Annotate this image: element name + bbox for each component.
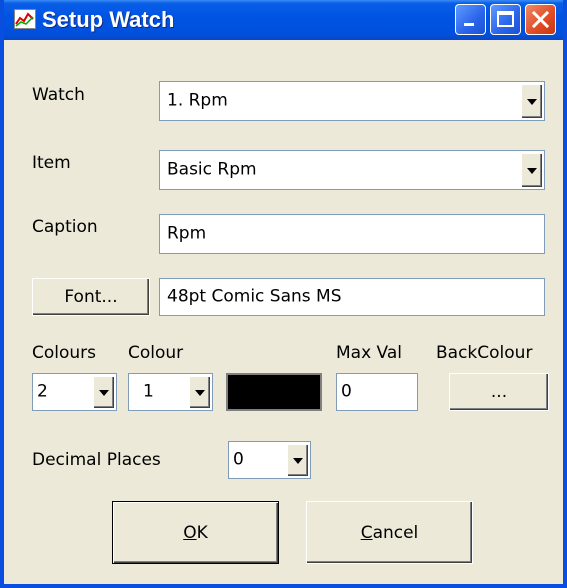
item-label: Item bbox=[32, 153, 71, 173]
max-val-value: 0 bbox=[341, 381, 352, 402]
caption-value: Rpm bbox=[167, 223, 207, 244]
colour-swatch[interactable] bbox=[226, 373, 322, 411]
decimal-places-label: Decimal Places bbox=[32, 450, 161, 470]
close-button[interactable] bbox=[525, 4, 556, 35]
item-value: Basic Rpm bbox=[167, 159, 257, 180]
font-display: 48pt Comic Sans MS bbox=[159, 278, 545, 316]
cancel-button[interactable]: Cancel bbox=[306, 501, 473, 564]
window-title: Setup Watch bbox=[42, 7, 175, 32]
close-icon bbox=[531, 10, 550, 29]
decimal-places-dropdown[interactable]: 0 bbox=[228, 441, 311, 479]
caption-label: Caption bbox=[32, 217, 98, 237]
minimize-icon bbox=[464, 23, 474, 26]
back-colour-button[interactable]: ... bbox=[449, 373, 549, 411]
ok-button-label: OK bbox=[183, 522, 208, 543]
colour-dropdown[interactable]: 1 bbox=[128, 373, 213, 411]
max-val-input[interactable]: 0 bbox=[336, 373, 418, 411]
decimal-places-value: 0 bbox=[233, 449, 244, 470]
chevron-down-icon[interactable] bbox=[93, 376, 114, 408]
max-val-label: Max Val bbox=[336, 343, 402, 363]
colours-dropdown[interactable]: 2 bbox=[32, 373, 117, 411]
colour-value: 1 bbox=[143, 381, 154, 402]
setup-watch-dialog: Setup Watch Watch 1. Rpm Item Basic Rpm bbox=[0, 0, 567, 588]
title-bar[interactable]: Setup Watch bbox=[4, 0, 563, 40]
back-colour-button-label: ... bbox=[490, 382, 508, 402]
font-button-label: Font... bbox=[64, 287, 118, 307]
colours-value: 2 bbox=[37, 381, 48, 402]
maximize-icon bbox=[497, 11, 514, 27]
back-colour-label: BackColour bbox=[436, 343, 533, 363]
colour-label: Colour bbox=[128, 343, 184, 363]
chevron-down-icon[interactable] bbox=[521, 84, 542, 118]
chevron-down-icon[interactable] bbox=[521, 153, 542, 187]
font-button[interactable]: Font... bbox=[32, 278, 150, 316]
watch-dropdown[interactable]: 1. Rpm bbox=[159, 81, 545, 121]
ok-button[interactable]: OK bbox=[112, 501, 279, 564]
item-dropdown[interactable]: Basic Rpm bbox=[159, 150, 545, 190]
colours-label: Colours bbox=[32, 343, 97, 363]
cancel-button-label: Cancel bbox=[360, 522, 419, 543]
watch-value: 1. Rpm bbox=[167, 90, 228, 111]
caption-input[interactable]: Rpm bbox=[159, 214, 545, 254]
minimize-button[interactable] bbox=[455, 4, 486, 35]
watch-label: Watch bbox=[32, 85, 85, 105]
chart-icon bbox=[14, 9, 36, 29]
font-value: 48pt Comic Sans MS bbox=[167, 286, 342, 307]
chevron-down-icon[interactable] bbox=[189, 376, 210, 408]
chevron-down-icon[interactable] bbox=[287, 444, 308, 476]
maximize-button[interactable] bbox=[490, 4, 521, 35]
